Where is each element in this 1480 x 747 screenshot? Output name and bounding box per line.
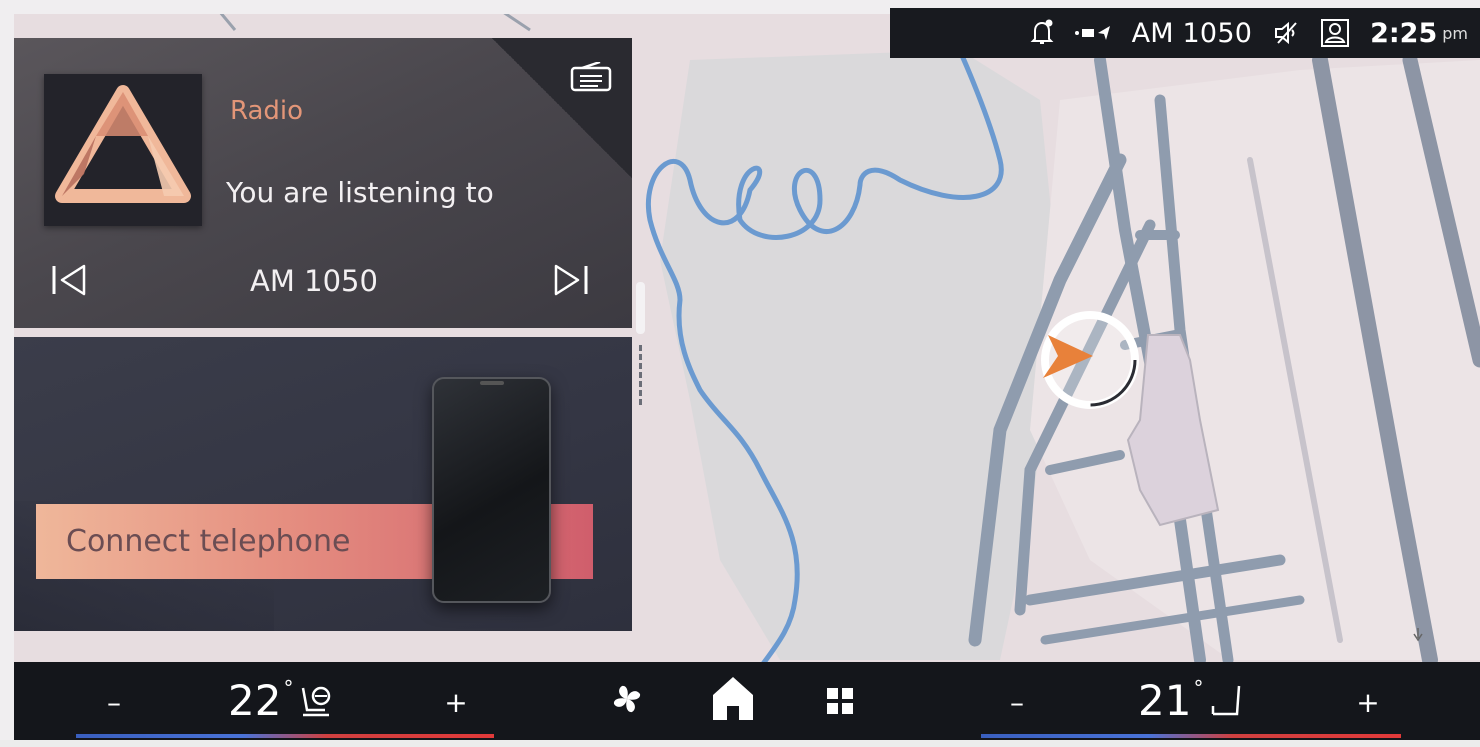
radio-widget-corner	[492, 38, 632, 178]
right-temp-degree: °	[1193, 676, 1204, 700]
right-temperature: 21 °	[1138, 676, 1243, 725]
heated-seat-steering-icon[interactable]	[299, 684, 333, 722]
fan-icon[interactable]	[610, 682, 644, 716]
clock: 2:25 pm	[1370, 18, 1468, 49]
radio-logo-icon	[44, 74, 202, 226]
left-temperature-bar	[76, 734, 494, 738]
radio-menu-icon[interactable]	[570, 60, 612, 92]
status-bar: AM 1050 2:25 pm	[890, 8, 1480, 58]
notification-bell-icon[interactable]	[1030, 19, 1054, 47]
left-temp-degree: °	[283, 676, 294, 700]
panel-resize-handle[interactable]	[636, 282, 645, 334]
right-temp-value: 21	[1138, 676, 1192, 725]
connect-telephone-label: Connect telephone	[66, 524, 351, 559]
phone-notch	[480, 381, 504, 385]
screen-bezel-left	[0, 0, 14, 747]
apps-grid-icon[interactable]	[825, 686, 855, 716]
left-temp-value: 22	[228, 676, 282, 725]
left-temp-decrease-button[interactable]: –	[96, 680, 132, 724]
right-temp-decrease-button[interactable]: –	[999, 680, 1035, 724]
right-temp-increase-button[interactable]: +	[1350, 680, 1386, 724]
climate-bar: – 22 ° + – 21 ° +	[14, 662, 1480, 740]
left-temp-increase-button[interactable]: +	[438, 680, 474, 724]
previous-track-icon[interactable]	[50, 262, 90, 298]
phone-illustration-icon	[432, 377, 551, 603]
home-icon[interactable]	[710, 674, 756, 722]
right-temperature-bar	[981, 734, 1401, 738]
panel-divider-dots	[639, 345, 645, 405]
radio-source-label: Radio	[230, 96, 304, 126]
radio-widget[interactable]: Radio You are listening to AM 1050	[14, 38, 632, 328]
screen-bezel-bottom	[0, 740, 1480, 747]
media-source-icon	[1074, 23, 1112, 43]
radio-subtitle: You are listening to	[226, 176, 494, 209]
status-station-label: AM 1050	[1131, 17, 1253, 49]
phone-widget: Connect telephone	[14, 337, 632, 631]
driver-profile-icon[interactable]	[1320, 18, 1350, 48]
next-track-icon[interactable]	[550, 262, 590, 298]
vehicle-position-marker	[1041, 311, 1139, 409]
clock-time: 2:25	[1370, 17, 1438, 49]
seat-icon[interactable]	[1209, 684, 1243, 722]
radio-station-label: AM 1050	[250, 264, 378, 298]
muted-microphone-icon	[1272, 19, 1300, 47]
clock-ampm: pm	[1442, 23, 1468, 43]
left-temperature: 22 °	[228, 676, 333, 725]
